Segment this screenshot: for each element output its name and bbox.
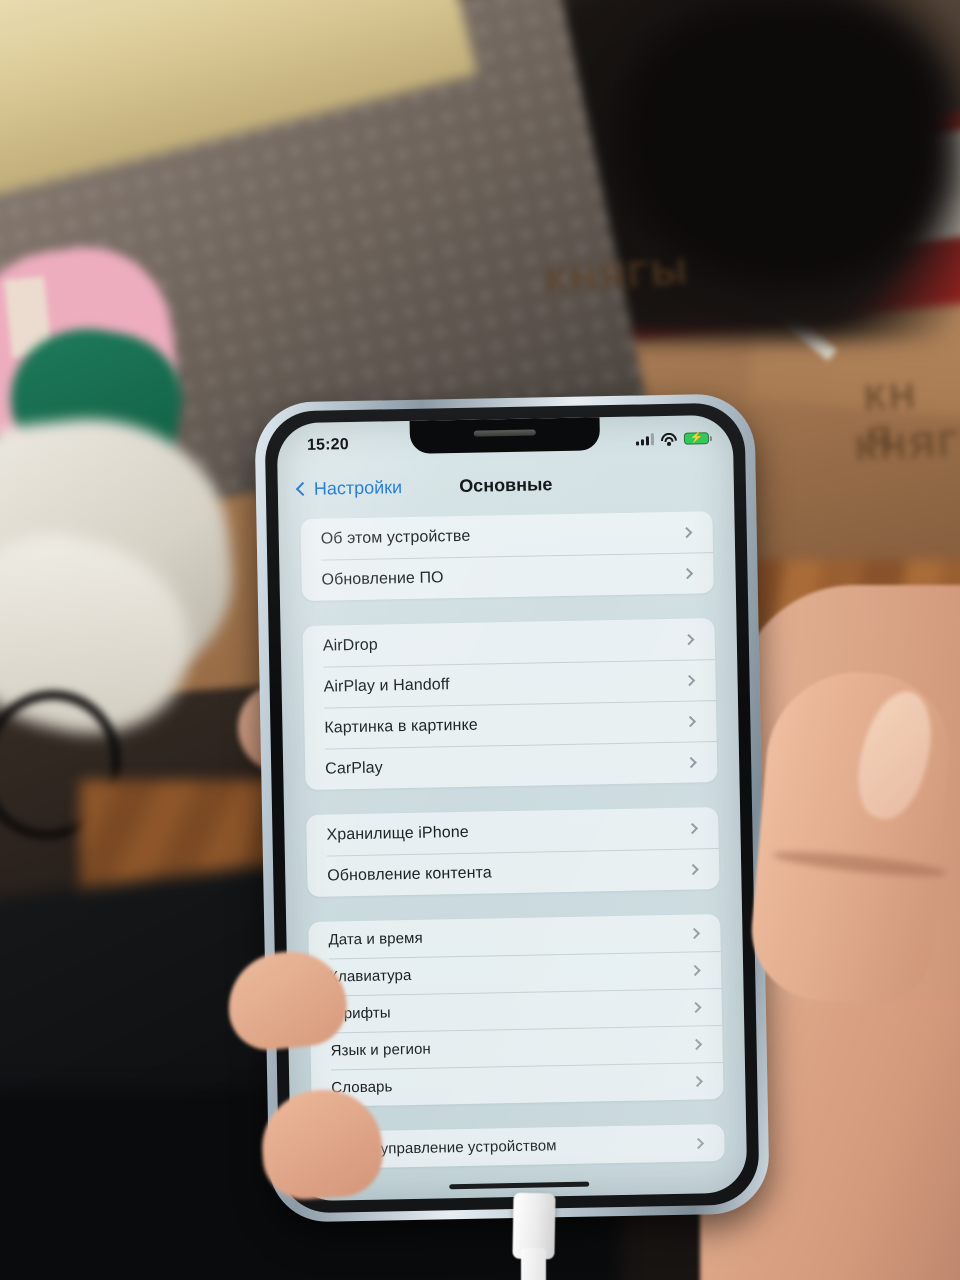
battery-charging-icon: ⚡ <box>683 431 710 445</box>
status-time: 15:20 <box>306 436 350 454</box>
settings-row-label: Язык и регион <box>330 1040 432 1060</box>
wifi-icon <box>660 432 677 446</box>
settings-row-label: Дата и время <box>328 929 423 949</box>
chevron-right-icon <box>687 863 699 875</box>
settings-group-device-info: Об этом устройстве Обновление ПО <box>300 511 714 601</box>
chevron-right-icon <box>685 756 697 768</box>
settings-row-label: Об этом устройстве <box>320 527 471 548</box>
settings-row-label: Обновление ПО <box>321 568 444 589</box>
chevron-right-icon <box>681 526 693 538</box>
chevron-right-icon <box>689 964 701 976</box>
chevron-right-icon <box>681 567 694 579</box>
chevron-right-icon <box>683 674 696 686</box>
settings-row-label: Хранилище iPhone <box>326 823 469 844</box>
chevron-right-icon <box>683 633 695 645</box>
back-button-label: Настройки <box>313 476 403 499</box>
box-printed-text-3: КНЯГ <box>853 422 960 469</box>
settings-row-label: Обновление контента <box>327 863 492 885</box>
photo-scene: КНЯГЫ КН Я КНЯГ 15:20 ⚡ Настройки Основн… <box>0 0 960 1280</box>
status-indicators: ⚡ <box>635 431 710 446</box>
lightning-cable-wire <box>521 1248 546 1280</box>
settings-group-localization: Дата и время Клавиатура Шрифты Язык и ре… <box>308 914 724 1107</box>
phone-screen: 15:20 ⚡ Настройки Основные Об этом устро… <box>276 414 748 1202</box>
navigation-bar: Настройки Основные <box>277 455 734 516</box>
charging-bolt-icon: ⚡ <box>689 431 704 445</box>
settings-row-software-update[interactable]: Обновление ПО <box>301 552 714 601</box>
back-button[interactable]: Настройки <box>295 476 403 500</box>
chevron-right-icon <box>690 1001 702 1013</box>
chevron-right-icon <box>688 927 701 939</box>
settings-row-dictionary[interactable]: Словарь <box>311 1062 724 1107</box>
settings-row-background-app-refresh[interactable]: Обновление контента <box>307 848 720 897</box>
settings-row-label: CarPlay <box>325 758 383 778</box>
settings-row-label: Картинка в картинке <box>324 716 478 737</box>
settings-group-storage: Хранилище iPhone Обновление контента <box>306 807 720 897</box>
settings-row-carplay[interactable]: CarPlay <box>305 741 718 790</box>
chevron-right-icon <box>684 715 697 727</box>
settings-row-label: AirPlay и Handoff <box>323 675 450 696</box>
chevron-left-icon <box>295 481 310 497</box>
chevron-right-icon <box>692 1137 705 1149</box>
settings-row-label: AirDrop <box>322 636 378 655</box>
settings-group-connectivity: AirDrop AirPlay и Handoff Картинка в кар… <box>302 618 718 790</box>
chevron-right-icon <box>686 822 699 834</box>
chevron-right-icon <box>690 1038 703 1050</box>
signal-bars-icon <box>635 433 655 446</box>
chevron-right-icon <box>691 1075 703 1087</box>
